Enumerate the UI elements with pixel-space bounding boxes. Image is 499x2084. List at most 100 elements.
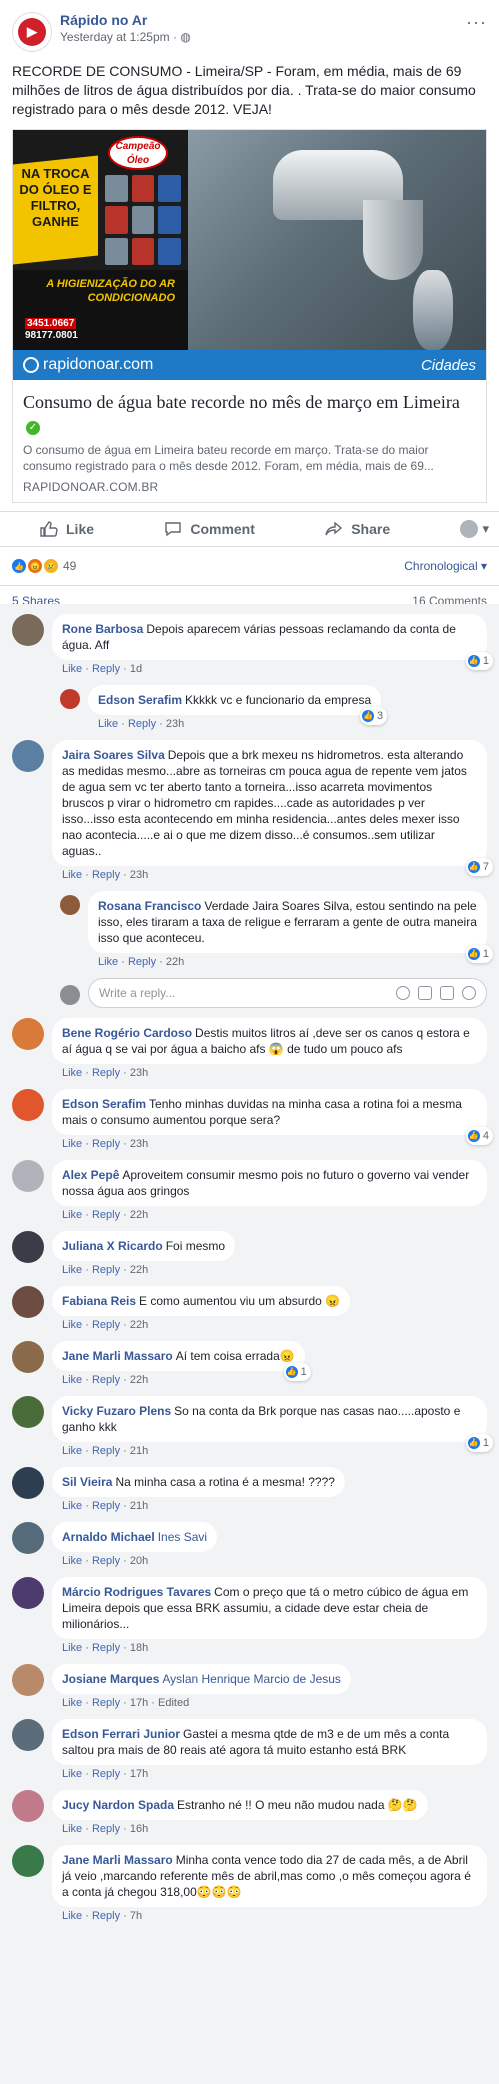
comment-time[interactable]: 22h [130, 1374, 148, 1386]
comment-author[interactable]: Bene Rogério Cardoso [62, 1026, 192, 1040]
comment-like-link[interactable]: Like [62, 1500, 82, 1512]
comment-author[interactable]: Josiane Marques [62, 1672, 159, 1686]
comment-like-link[interactable]: Like [62, 1067, 82, 1079]
avatar[interactable] [60, 895, 80, 915]
comment-time[interactable]: 23h [130, 869, 148, 881]
comment-reply-link[interactable]: Reply [128, 956, 156, 968]
comment-like-link[interactable]: Like [62, 1138, 82, 1150]
comment-author[interactable]: Márcio Rodrigues Tavares [62, 1585, 211, 1599]
comment-time[interactable]: 22h [130, 1209, 148, 1221]
comment-like-link[interactable]: Like [62, 1445, 82, 1457]
comment-mention[interactable]: Ayslan Henrique Marcio de Jesus [162, 1672, 341, 1686]
comment-author[interactable]: Jucy Nardon Spada [62, 1798, 174, 1812]
comment-time[interactable]: 21h [130, 1500, 148, 1512]
avatar[interactable] [12, 1467, 44, 1499]
sticker-icon[interactable] [462, 986, 476, 1000]
comment-like-link[interactable]: Like [62, 1910, 82, 1922]
comment-time[interactable]: 7h [130, 1910, 142, 1922]
comment-time[interactable]: 17h [130, 1768, 148, 1780]
comment-time[interactable]: 18h [130, 1642, 148, 1654]
comment-likes-badge[interactable]: 👍 4 [465, 1127, 493, 1145]
comment-time[interactable]: 22h [166, 956, 184, 968]
share-button[interactable]: Share [325, 521, 390, 537]
comment-reply-link[interactable]: Reply [92, 1500, 120, 1512]
avatar[interactable] [12, 740, 44, 772]
link-info[interactable]: Consumo de água bate recorde no mês de m… [13, 380, 486, 502]
avatar[interactable] [12, 1845, 44, 1877]
avatar[interactable] [12, 1719, 44, 1751]
link-image[interactable]: Campeão Óleo NA TROCA DO ÓLEO E FILTRO, … [13, 130, 486, 380]
comment-likes-badge[interactable]: 👍 1 [465, 945, 493, 963]
comment-author[interactable]: Rone Barbosa [62, 622, 143, 636]
comment-likes-badge[interactable]: 👍 1 [465, 652, 493, 670]
comment-reply-link[interactable]: Reply [92, 1319, 120, 1331]
comment-time[interactable]: 23h [130, 1067, 148, 1079]
avatar[interactable] [12, 1286, 44, 1318]
comment-like-link[interactable]: Like [62, 1264, 82, 1276]
comment-like-link[interactable]: Like [62, 869, 82, 881]
comment-reply-link[interactable]: Reply [92, 869, 120, 881]
avatar[interactable] [12, 1790, 44, 1822]
comment-reply-link[interactable]: Reply [92, 1823, 120, 1835]
comment-author[interactable]: Jane Marli Massaro [62, 1853, 173, 1867]
comment-author[interactable]: Rosana Francisco [98, 899, 201, 913]
gif-icon[interactable] [440, 986, 454, 1000]
link-title[interactable]: Consumo de água bate recorde no mês de m… [23, 390, 476, 438]
comment-like-link[interactable]: Like [62, 1768, 82, 1780]
comment-time[interactable]: 21h [130, 1445, 148, 1457]
comment-author[interactable]: Edson Serafim [62, 1097, 146, 1111]
reply-input[interactable]: Write a reply... [88, 978, 487, 1008]
comment-reply-link[interactable]: Reply [92, 1138, 120, 1150]
comment-author[interactable]: Juliana X Ricardo [62, 1239, 163, 1253]
page-name[interactable]: Rápido no Ar [60, 12, 191, 29]
avatar[interactable] [12, 1231, 44, 1263]
comment-time[interactable]: 23h [166, 718, 184, 730]
comment-likes-badge[interactable]: 👍 1 [465, 1434, 493, 1452]
comment-author[interactable]: Arnaldo Michael [62, 1530, 155, 1544]
comment-time[interactable]: 16h [130, 1823, 148, 1835]
comment-author[interactable]: Jane Marli Massaro [62, 1349, 173, 1363]
comment-reply-link[interactable]: Reply [92, 1697, 120, 1709]
avatar[interactable] [12, 1160, 44, 1192]
avatar[interactable] [12, 1522, 44, 1554]
comment-like-link[interactable]: Like [62, 1555, 82, 1567]
comment-time[interactable]: 22h [130, 1264, 148, 1276]
comment-like-link[interactable]: Like [98, 718, 118, 730]
comment-time[interactable]: 17h [130, 1697, 148, 1709]
comment-reply-link[interactable]: Reply [92, 1642, 120, 1654]
comment-reply-link[interactable]: Reply [92, 1555, 120, 1567]
comment-author[interactable]: Sil Vieira [62, 1475, 112, 1489]
comment-likes-badge[interactable]: 👍 1 [283, 1363, 311, 1381]
comment-reply-link[interactable]: Reply [92, 1445, 120, 1457]
comment-reply-link[interactable]: Reply [92, 1768, 120, 1780]
comment-time[interactable]: 22h [130, 1319, 148, 1331]
comment-reply-link[interactable]: Reply [92, 1910, 120, 1922]
comment-author[interactable]: Fabiana Reis [62, 1294, 136, 1308]
comment-author[interactable]: Vicky Fuzaro Plens [62, 1404, 171, 1418]
comment-author[interactable]: Alex Pepê [62, 1168, 119, 1182]
comment-like-link[interactable]: Like [62, 1319, 82, 1331]
comment-author[interactable]: Jaira Soares Silva [62, 748, 165, 762]
avatar[interactable] [12, 1341, 44, 1373]
comment-reply-link[interactable]: Reply [92, 1209, 120, 1221]
page-avatar[interactable]: ▶ [12, 12, 52, 52]
comment-likes-badge[interactable]: 👍 7 [465, 858, 493, 876]
more-options-icon[interactable]: ··· [466, 12, 487, 33]
comment-mention[interactable]: Ines Savi [158, 1530, 207, 1544]
comment-time[interactable]: 23h [130, 1138, 148, 1150]
comment-reply-link[interactable]: Reply [92, 1067, 120, 1079]
comment-likes-badge[interactable]: 👍 3 [360, 707, 388, 725]
comment-time[interactable]: 1d [130, 663, 142, 675]
comment-button[interactable]: Comment [164, 521, 255, 537]
comment-like-link[interactable]: Like [62, 1697, 82, 1709]
comment-reply-link[interactable]: Reply [92, 1374, 120, 1386]
comment-reply-link[interactable]: Reply [128, 718, 156, 730]
comment-like-link[interactable]: Like [98, 956, 118, 968]
avatar[interactable] [60, 689, 80, 709]
avatar[interactable] [12, 1664, 44, 1696]
camera-icon[interactable] [418, 986, 432, 1000]
comment-like-link[interactable]: Like [62, 1374, 82, 1386]
avatar[interactable] [12, 1396, 44, 1428]
audience-selector[interactable]: ▾ [460, 520, 489, 538]
comment-like-link[interactable]: Like [62, 1209, 82, 1221]
